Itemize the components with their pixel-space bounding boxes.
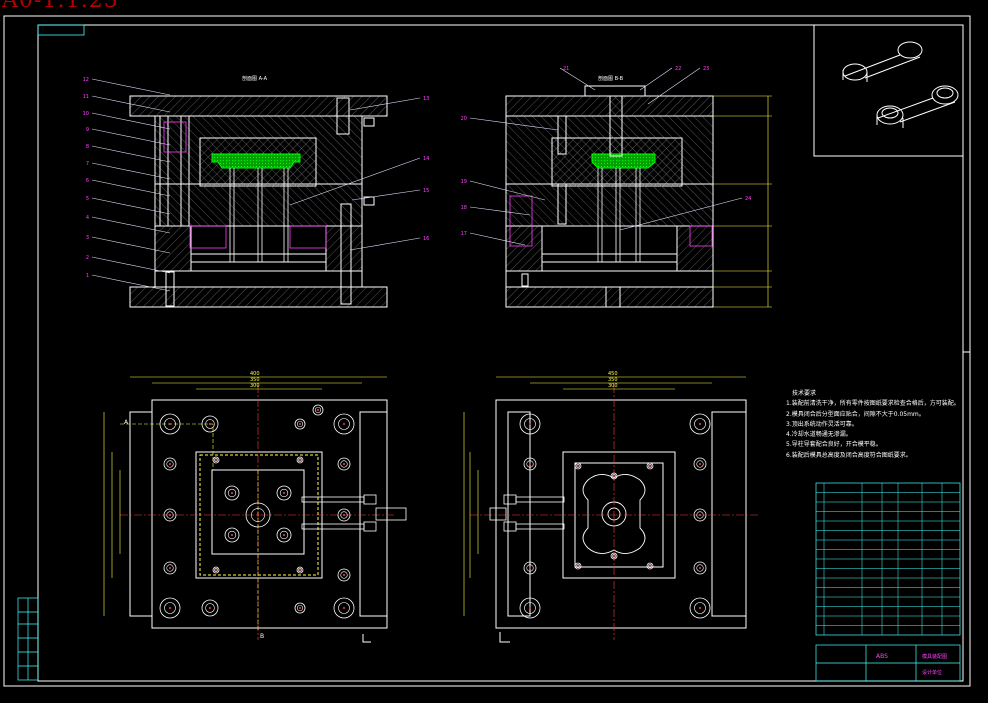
- tech-item: 2.模具闭合后分型面应贴合，间隙不大于0.05mm。: [786, 410, 925, 418]
- part-label: 10: [83, 111, 89, 117]
- part-label: 9: [86, 127, 89, 133]
- revision-strip: [17, 597, 39, 681]
- tech-item: 3.顶出系统动作灵活可靠。: [786, 420, 858, 428]
- cad-canvas: 剖面图 A-A 剖面图 B-B 121110987654321131415162…: [3, 15, 971, 687]
- bill-of-materials: [815, 482, 961, 636]
- material-label: ABS: [876, 653, 888, 660]
- part-label: 2: [86, 255, 89, 261]
- part-label: 7: [86, 161, 89, 167]
- part-label: 20: [461, 116, 467, 122]
- part-label: 14: [423, 156, 429, 162]
- tech-item: 6.装配后模具总高度及闭合高度符合图纸要求。: [786, 451, 912, 459]
- part-label: 13: [423, 96, 429, 102]
- company-name: 设计单位: [922, 669, 942, 676]
- section-b-title: 剖面图 B-B: [598, 75, 624, 82]
- part-label: 16: [423, 236, 429, 242]
- part-label: 12: [83, 77, 89, 83]
- corner-box: [37, 24, 85, 36]
- tech-item: 4.冷却水道畅通无渗漏。: [786, 431, 852, 439]
- drawing-name: 模具装配图: [922, 653, 947, 660]
- section-a-a: 剖面图 A-A: [129, 75, 388, 308]
- section-a-title: 剖面图 A-A: [242, 75, 268, 82]
- part-label: 3: [86, 235, 89, 241]
- part-label: 15: [423, 188, 429, 194]
- part-label: 19: [461, 179, 467, 185]
- part-label: 21: [563, 66, 569, 72]
- part-label: 17: [461, 231, 467, 237]
- technical-requirements: 技术要求 1.装配前清洗干净，所有零件按图纸要求检查合格后，方可装配。 2.模具…: [786, 389, 961, 461]
- section-marker-a: A: [124, 419, 129, 426]
- part-label: 23: [703, 66, 709, 72]
- plan-view-left: A B 400 350 300: [103, 371, 407, 643]
- part-label: 18: [461, 205, 467, 211]
- dim-plan-right-3: 300: [608, 383, 618, 389]
- plan-view-right: 450 350 300: [463, 371, 760, 643]
- product-3d-view: [813, 24, 964, 157]
- tech-heading: 技术要求: [792, 390, 817, 397]
- part-label: 5: [86, 196, 89, 202]
- tech-item: 1.装配前清洗干净，所有零件按图纸要求检查合格后，方可装配。: [786, 400, 960, 408]
- dim-plan-left-3: 300: [250, 383, 260, 389]
- part-label: 6: [86, 178, 89, 184]
- drawing-sheet: A0-1:1.25 剖面图 A-A 剖面图 B-B 12 11 10 9 8 7…: [0, 0, 988, 703]
- part-label: 1: [86, 273, 89, 279]
- part-label: 8: [86, 144, 89, 150]
- part-label: 11: [83, 94, 89, 100]
- section-marker-b: B: [260, 633, 264, 640]
- section-b-b: 剖面图 B-B: [505, 75, 772, 308]
- part-label: 22: [675, 66, 681, 72]
- part-label: 24: [745, 196, 751, 202]
- tech-item: 5.导柱导套配合良好，开合模平稳。: [786, 441, 882, 449]
- part-label: 4: [86, 215, 89, 221]
